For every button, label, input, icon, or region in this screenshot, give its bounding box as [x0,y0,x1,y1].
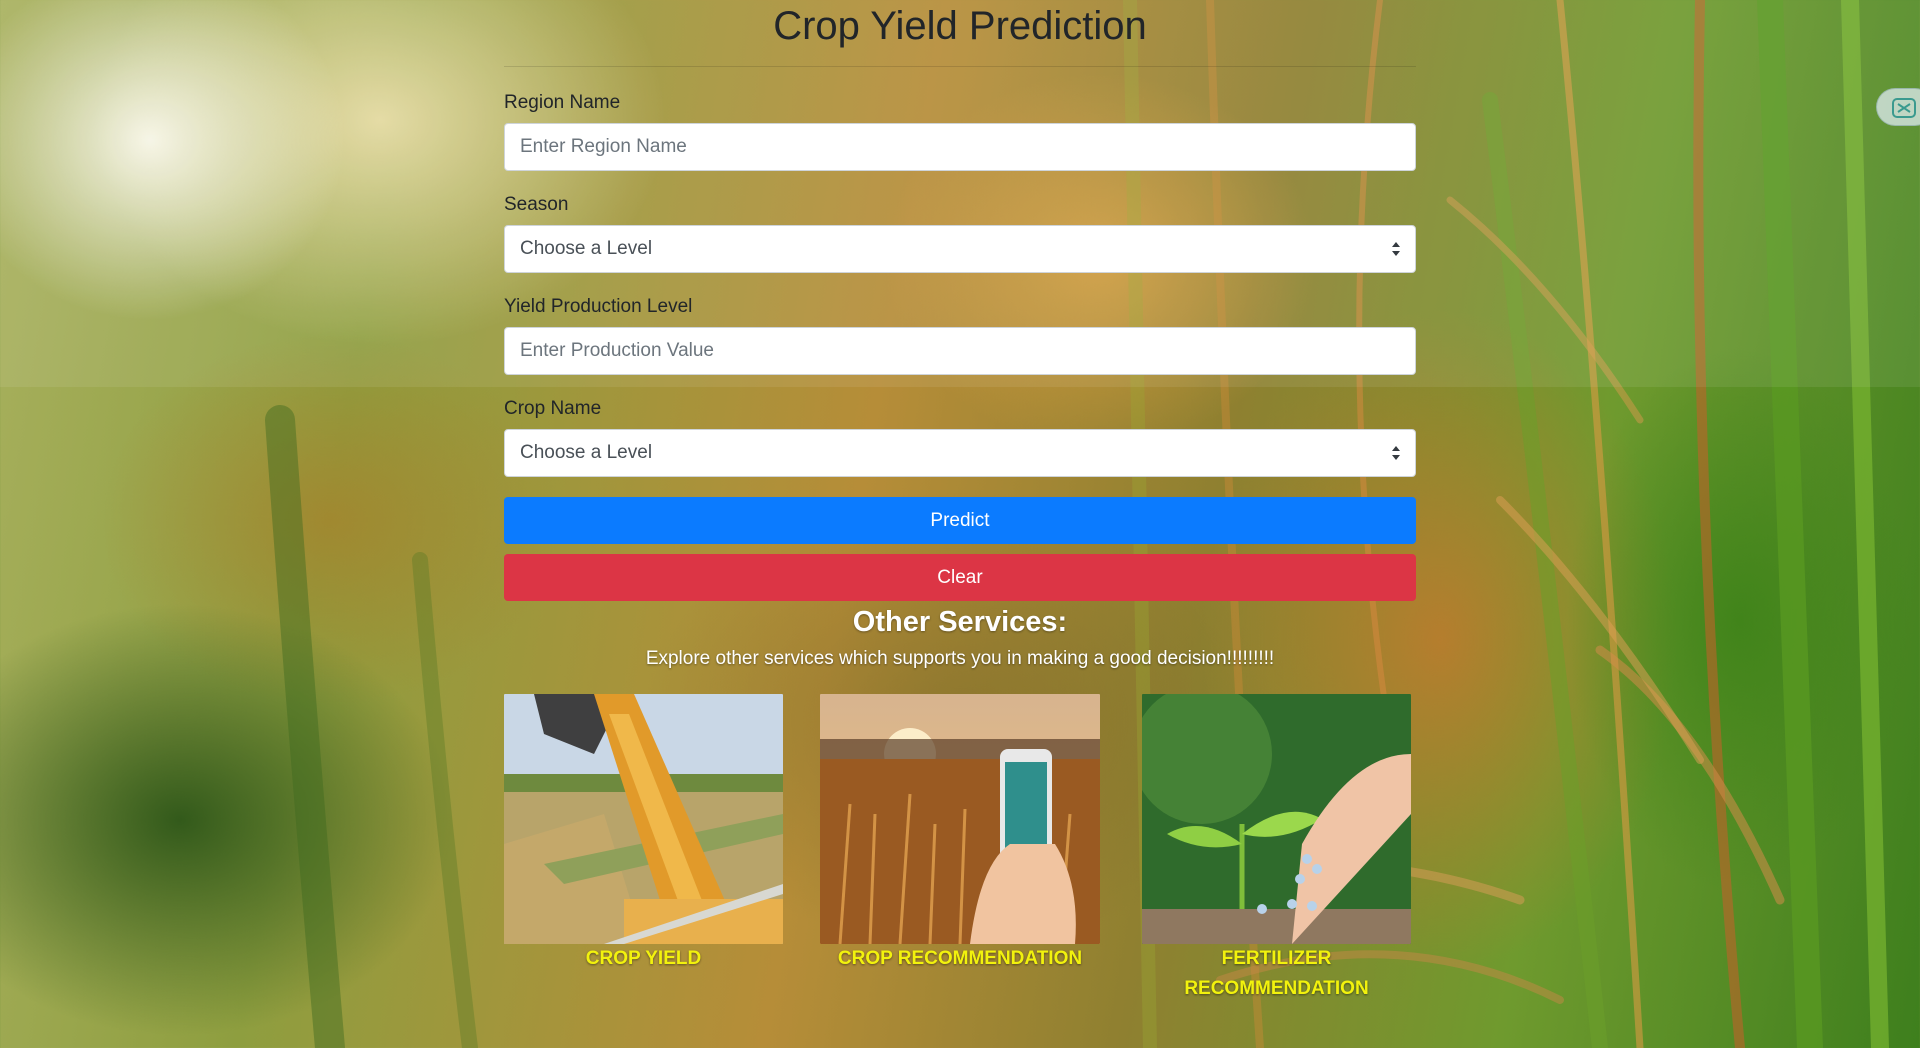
crop-group: Crop Name Choose a Level [504,398,1416,477]
yield-input[interactable] [504,327,1416,375]
extension-icon [1892,98,1916,118]
sort-caret-icon [1392,446,1400,460]
grain-harvest-image [504,694,783,944]
page-title: Crop Yield Prediction [773,4,1147,48]
service-card-crop-yield[interactable]: CROP YIELD [504,694,783,974]
season-select[interactable]: Choose a Level [504,225,1416,273]
service-card-crop-recommendation[interactable]: CROP RECOMMENDATION [820,694,1100,974]
service-caption[interactable]: CROP YIELD [504,944,783,974]
other-services-subtitle: Explore other services which supports yo… [645,648,1275,669]
services-cards: CROP YIELD CROP RECOMMENDATION FERTILIZE… [504,694,1416,1014]
title-divider [504,66,1416,67]
service-caption[interactable]: FERTILIZER RECOMMENDATION [1142,944,1411,1004]
season-selected-value: Choose a Level [520,238,653,259]
season-group: Season Choose a Level [504,194,1416,273]
region-label: Region Name [504,92,621,113]
season-label: Season [504,194,569,215]
other-services-heading: Other Services: [852,606,1068,638]
crop-select[interactable]: Choose a Level [504,429,1416,477]
seedling-fertilizer-image [1142,694,1411,944]
sort-caret-icon [1392,242,1400,256]
service-card-fertilizer-recommendation[interactable]: FERTILIZER RECOMMENDATION [1142,694,1411,1004]
clear-button[interactable]: Clear [504,554,1416,601]
crop-label: Crop Name [504,398,602,419]
predict-button[interactable]: Predict [504,497,1416,544]
crop-selected-value: Choose a Level [520,442,653,463]
service-caption[interactable]: CROP RECOMMENDATION [820,944,1100,974]
region-input[interactable] [504,123,1416,171]
main-container: Crop Yield Prediction Region Name Season… [504,0,1416,1014]
region-group: Region Name [504,92,1416,171]
yield-group: Yield Production Level [504,296,1416,375]
yield-label: Yield Production Level [504,296,693,317]
browser-extension-button[interactable] [1876,88,1920,126]
phone-in-wheat-field-image [820,694,1100,944]
